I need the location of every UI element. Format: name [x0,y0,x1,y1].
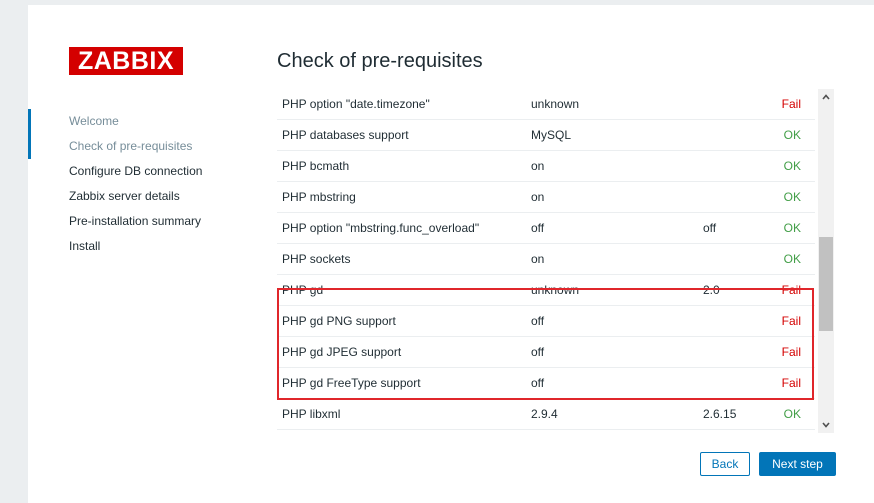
current-value: off [531,305,703,337]
required-value [703,119,775,151]
result-status: OK [775,150,815,182]
setup-steps-nav: Welcome Check of pre-requisites Configur… [28,109,228,259]
table-scrollbar[interactable] [818,89,834,433]
current-value: MySQL [531,119,703,151]
table-row: PHP bcmath on OK [277,150,815,182]
current-value: off [531,367,703,399]
chevron-up-icon[interactable] [818,89,834,105]
chevron-down-icon[interactable] [818,417,834,433]
result-status: Fail [775,336,815,368]
table-row: PHP gd unknown 2.0 Fail [277,274,815,306]
required-value: 2.6.15 [703,398,775,430]
requirement-name: PHP gd [277,274,531,306]
requirement-name: PHP gd JPEG support [277,336,531,368]
result-status: Fail [775,305,815,337]
back-button[interactable]: Back [700,452,750,476]
page-title: Check of pre-requisites [277,50,483,72]
step-check-prerequisites: Check of pre-requisites [69,139,193,153]
step-configure-db: Configure DB connection [69,164,203,178]
requirement-name: PHP libxml [277,398,531,430]
required-value: 2.0 [703,274,775,306]
current-value: off [531,212,703,244]
requirement-name: PHP gd FreeType support [277,367,531,399]
result-status: Fail [775,89,815,120]
required-value: off [703,212,775,244]
current-value: on [531,181,703,213]
result-status: Fail [775,274,815,306]
result-status: Fail [775,367,815,399]
table-row: PHP gd JPEG support off Fail [277,336,815,368]
requirement-name: PHP option "date.timezone" [277,89,531,120]
step-welcome: Welcome [69,114,119,128]
prerequisites-table-container[interactable]: PHP option "date.timezone" unknown Fail PHP… [277,89,834,431]
table-row: PHP option "mbstring.func_overload" off of… [277,212,815,244]
step-server-details: Zabbix server details [69,189,180,203]
current-value: off [531,336,703,368]
result-status: OK [775,243,815,275]
current-value: unknown [531,274,703,306]
prerequisites-table: PHP option "date.timezone" unknown Fail PHP… [277,89,815,430]
table-row: PHP mbstring on OK [277,181,815,213]
table-row: PHP gd PNG support off Fail [277,305,815,337]
result-status: OK [775,181,815,213]
requirement-name: PHP option "mbstring.func_overload" [277,212,531,244]
requirement-name: PHP sockets [277,243,531,275]
step-install: Install [69,239,101,253]
required-value [703,336,775,368]
result-status: OK [775,212,815,244]
current-value: on [531,150,703,182]
required-value [703,243,775,275]
next-step-button[interactable]: Next step [759,452,836,476]
current-value: on [531,243,703,275]
current-value: unknown [531,89,703,120]
table-row: PHP libxml 2.9.4 2.6.15 OK [277,398,815,430]
result-status: OK [775,119,815,151]
table-row: PHP option "date.timezone" unknown Fail [277,89,815,120]
result-status: OK [775,398,815,430]
step-pre-install-summary: Pre-installation summary [69,214,202,228]
current-value: 2.9.4 [531,398,703,430]
table-row: PHP sockets on OK [277,243,815,275]
requirement-name: PHP bcmath [277,150,531,182]
table-row: PHP databases support MySQL OK [277,119,815,151]
requirement-name: PHP databases support [277,119,531,151]
scrollbar-thumb[interactable] [819,237,833,331]
setup-panel: ZABBIX Welcome Check of pre-requisites C… [28,5,874,503]
requirement-name: PHP gd PNG support [277,305,531,337]
required-value [703,305,775,337]
required-value [703,150,775,182]
required-value [703,367,775,399]
zabbix-logo: ZABBIX [69,47,183,75]
requirement-name: PHP mbstring [277,181,531,213]
required-value [703,89,775,120]
table-row: PHP gd FreeType support off Fail [277,367,815,399]
required-value [703,181,775,213]
